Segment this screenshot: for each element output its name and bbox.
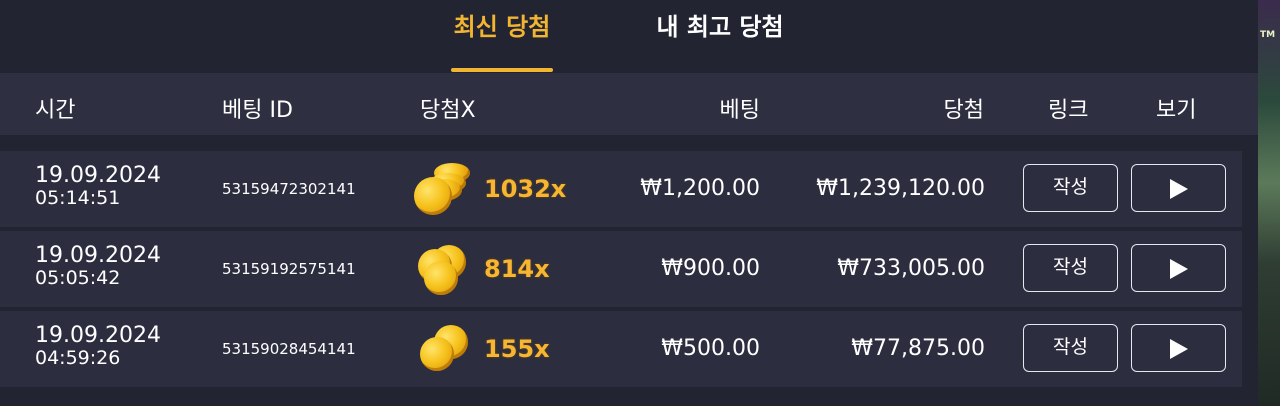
write-link-button-label: 작성 (1053, 336, 1088, 358)
write-link-button[interactable]: 작성 (1023, 164, 1118, 212)
column-header-view: 보기 (1156, 98, 1197, 123)
view-replay-button[interactable] (1131, 164, 1226, 212)
tab-bar: 최신 당첨 내 최고 당첨 (0, 0, 1258, 73)
win-time: 05:05:42 (35, 267, 121, 289)
win-date: 19.09.2024 (35, 243, 161, 268)
write-link-button[interactable]: 작성 (1023, 244, 1118, 292)
play-icon (1170, 179, 1188, 199)
bet-id: 53159192575141 (222, 260, 356, 278)
table-row: 19.09.2024 05:14:51 53159472302141 1032x… (0, 151, 1242, 227)
view-replay-button[interactable] (1131, 244, 1226, 292)
bet-amount: ₩900.00 (661, 256, 760, 281)
win-date: 19.09.2024 (35, 163, 161, 188)
win-amount: ₩77,875.00 (851, 336, 985, 361)
tab-latest-wins-label: 최신 당첨 (453, 13, 551, 41)
tab-my-best-wins-label: 내 최고 당첨 (656, 13, 784, 41)
bet-amount: ₩500.00 (661, 336, 760, 361)
gold-coins-icon (412, 239, 474, 299)
play-icon (1170, 259, 1188, 279)
column-header-time: 시간 (35, 98, 76, 123)
latest-wins-panel: 최신 당첨 내 최고 당첨 시간 베팅 ID 당첨X 베팅 당첨 링크 보기 1… (0, 0, 1258, 406)
gold-coins-icon (412, 319, 474, 379)
win-date: 19.09.2024 (35, 323, 161, 348)
win-time: 05:14:51 (35, 187, 121, 209)
write-link-button-label: 작성 (1053, 256, 1088, 278)
gold-coin-stack-icon (412, 159, 474, 219)
bet-id: 53159028454141 (222, 340, 356, 358)
tab-latest-wins[interactable]: 최신 당첨 (451, 14, 553, 72)
column-header-bet: 베팅 (719, 98, 760, 123)
view-replay-button[interactable] (1131, 324, 1226, 372)
win-amount: ₩1,239,120.00 (816, 176, 985, 201)
win-amount: ₩733,005.00 (837, 256, 985, 281)
active-tab-underline (451, 68, 553, 72)
write-link-button-label: 작성 (1053, 176, 1088, 198)
win-multiplier: 155x (484, 335, 550, 363)
write-link-button[interactable]: 작성 (1023, 324, 1118, 372)
bet-amount: ₩1,200.00 (640, 176, 760, 201)
column-header-win: 당첨 (943, 98, 984, 123)
table-header: 시간 베팅 ID 당첨X 베팅 당첨 링크 보기 (0, 73, 1258, 135)
column-header-link: 링크 (1048, 98, 1089, 123)
background-game-art: TM (1258, 0, 1280, 406)
bet-id: 53159472302141 (222, 180, 356, 198)
trademark-text: TM (1260, 30, 1276, 40)
play-icon (1170, 339, 1188, 359)
column-header-bet-id: 베팅 ID (222, 98, 293, 123)
column-header-multiplier: 당첨X (420, 98, 476, 123)
win-time: 04:59:26 (35, 347, 121, 369)
win-multiplier: 814x (484, 255, 550, 283)
table-row: 19.09.2024 05:05:42 53159192575141 814x … (0, 231, 1242, 307)
tab-my-best-wins[interactable]: 내 최고 당첨 (650, 14, 790, 72)
win-multiplier: 1032x (484, 175, 567, 203)
table-row: 19.09.2024 04:59:26 53159028454141 155x … (0, 311, 1242, 387)
